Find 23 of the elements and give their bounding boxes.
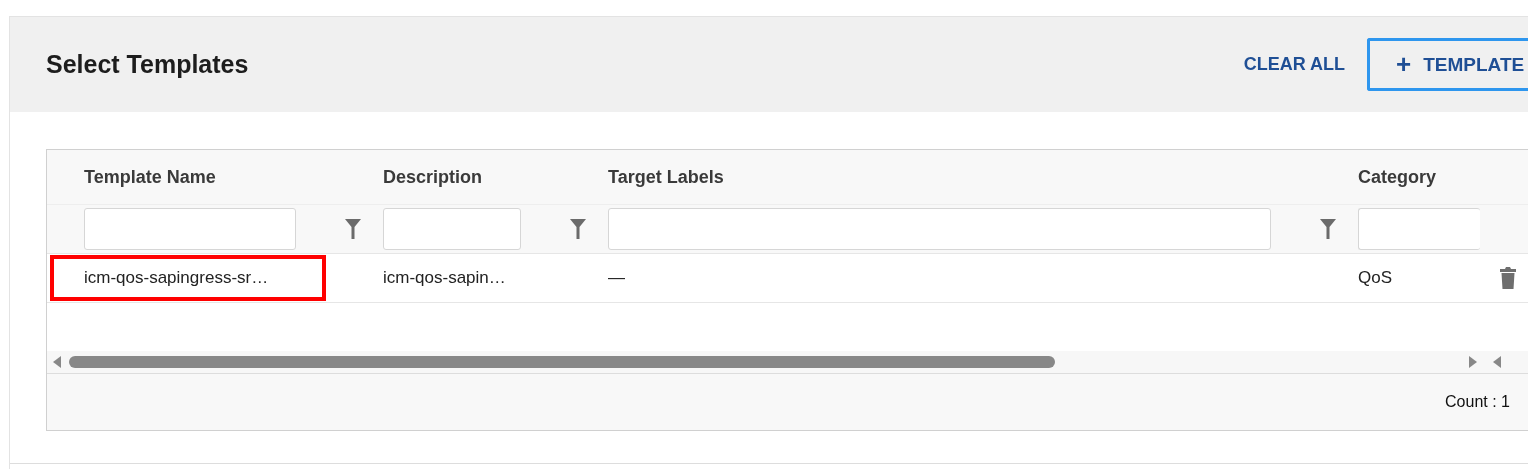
column-header: Template Name [84, 166, 217, 188]
scroll-left-icon[interactable] [53, 356, 61, 368]
add-template-button[interactable]: + TEMPLATE [1367, 38, 1528, 91]
table-cell-text: icm-qos-sapin… [383, 268, 507, 288]
filter-field[interactable] [383, 208, 521, 250]
clear-all-button[interactable]: CLEAR ALL [1243, 54, 1345, 75]
page-title: Select Templates [46, 50, 249, 79]
filter-field[interactable] [84, 208, 296, 250]
filter-field[interactable] [1358, 208, 1480, 250]
filter-icon[interactable] [1320, 219, 1336, 239]
column-header: Category [1358, 166, 1438, 188]
filter-field[interactable] [608, 208, 1271, 250]
column-header: Description [383, 166, 484, 188]
horizontal-scrollbar[interactable] [47, 351, 1528, 373]
column-header: Target Labels [608, 166, 725, 188]
scroll-left-icon[interactable] [1493, 356, 1501, 368]
filter-icon[interactable] [570, 219, 586, 239]
row-count: Count : 1 [1445, 393, 1510, 411]
table-cell-text: — [608, 268, 626, 288]
table-cell-text: QoS [1358, 268, 1394, 288]
filter-icon[interactable] [345, 219, 361, 239]
scroll-right-icon[interactable] [1469, 356, 1477, 368]
trash-icon[interactable] [1500, 267, 1516, 289]
